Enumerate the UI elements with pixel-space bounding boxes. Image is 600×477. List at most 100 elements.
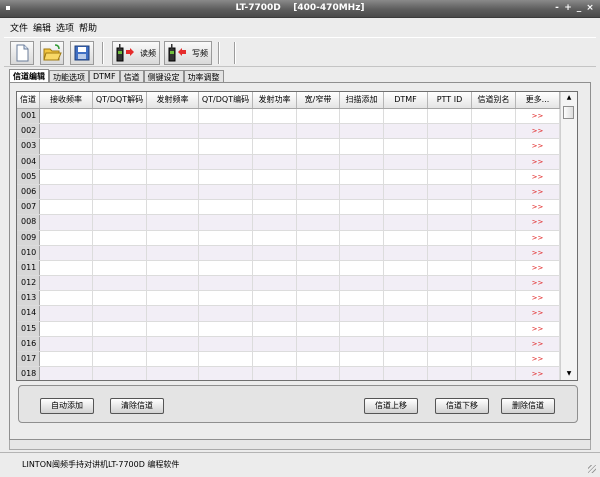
table-row[interactable]: 008 >> — [17, 215, 560, 231]
cell-qt-dqt-encode[interactable] — [199, 200, 253, 215]
channel-number-cell[interactable]: 002 — [17, 124, 40, 139]
more-settings-link[interactable]: >> — [516, 109, 560, 124]
column-header-qt-dqt-encode[interactable]: QT/DQT编码 — [199, 92, 253, 108]
cell-channel-alias[interactable] — [472, 154, 516, 169]
column-header-channel-alias[interactable]: 信道别名 — [472, 92, 516, 108]
cell-tx-frequency[interactable] — [147, 200, 199, 215]
cell-rx-frequency[interactable] — [40, 139, 93, 154]
channel-number-cell[interactable]: 014 — [17, 306, 40, 321]
table-row[interactable]: 015 >> — [17, 321, 560, 337]
more-settings-link[interactable]: >> — [516, 291, 560, 306]
cell-tx-frequency[interactable] — [147, 169, 199, 184]
cell-dtmf[interactable] — [384, 139, 428, 154]
column-header-rx-frequency[interactable]: 接收频率 — [40, 92, 93, 108]
cell-tx-power[interactable] — [253, 260, 297, 276]
cell-qt-dqt-decode[interactable] — [93, 184, 147, 200]
cell-bandwidth[interactable] — [297, 245, 340, 260]
menu-file[interactable]: 文件 — [8, 19, 31, 35]
cell-tx-power[interactable] — [253, 276, 297, 291]
table-row[interactable]: 003 >> — [17, 139, 560, 155]
tab-channel[interactable]: 信道 — [119, 70, 144, 82]
cell-qt-dqt-encode[interactable] — [199, 154, 253, 169]
cell-scan-add[interactable] — [340, 291, 384, 306]
resize-grip-icon[interactable] — [588, 465, 596, 473]
channel-number-cell[interactable]: 011 — [17, 260, 40, 276]
table-row[interactable]: 007 >> — [17, 200, 560, 216]
close-button[interactable]: × — [586, 3, 594, 13]
channel-number-cell[interactable]: 013 — [17, 291, 40, 306]
table-row[interactable]: 002 >> — [17, 124, 560, 140]
cell-tx-frequency[interactable] — [147, 245, 199, 260]
cell-tx-power[interactable] — [253, 154, 297, 169]
table-row[interactable]: 001 >> — [17, 109, 560, 125]
more-settings-link[interactable]: >> — [516, 154, 560, 169]
cell-scan-add[interactable] — [340, 169, 384, 184]
column-header-tx-power[interactable]: 发射功率 — [253, 92, 297, 108]
cell-scan-add[interactable] — [340, 124, 384, 139]
cell-dtmf[interactable] — [384, 276, 428, 291]
column-header-ptt-id[interactable]: PTT ID — [428, 92, 472, 108]
cell-dtmf[interactable] — [384, 367, 428, 380]
cell-tx-frequency[interactable] — [147, 230, 199, 245]
channel-number-cell[interactable]: 003 — [17, 139, 40, 154]
restore-button[interactable]: + — [564, 3, 572, 13]
cell-bandwidth[interactable] — [297, 291, 340, 306]
cell-bandwidth[interactable] — [297, 321, 340, 336]
cell-qt-dqt-encode[interactable] — [199, 184, 253, 200]
cell-dtmf[interactable] — [384, 109, 428, 124]
cell-qt-dqt-encode[interactable] — [199, 139, 253, 154]
cell-qt-dqt-encode[interactable] — [199, 276, 253, 291]
cell-bandwidth[interactable] — [297, 215, 340, 230]
cell-qt-dqt-encode[interactable] — [199, 352, 253, 367]
cell-qt-dqt-encode[interactable] — [199, 169, 253, 184]
menu-edit[interactable]: 编辑 — [31, 19, 54, 35]
more-settings-link[interactable]: >> — [516, 276, 560, 291]
tab-power-adjust[interactable]: 功率调整 — [183, 70, 224, 82]
tab-side-key[interactable]: 侧键设定 — [143, 70, 184, 82]
cell-tx-power[interactable] — [253, 352, 297, 367]
cell-tx-frequency[interactable] — [147, 291, 199, 306]
cell-bandwidth[interactable] — [297, 260, 340, 276]
cell-channel-alias[interactable] — [472, 291, 516, 306]
cell-channel-alias[interactable] — [472, 200, 516, 215]
cell-rx-frequency[interactable] — [40, 336, 93, 351]
table-row[interactable]: 009 >> — [17, 230, 560, 246]
cell-bandwidth[interactable] — [297, 367, 340, 380]
cell-qt-dqt-decode[interactable] — [93, 109, 147, 124]
cell-ptt-id[interactable] — [428, 306, 472, 321]
cell-tx-frequency[interactable] — [147, 276, 199, 291]
cell-qt-dqt-decode[interactable] — [93, 169, 147, 184]
cell-qt-dqt-decode[interactable] — [93, 200, 147, 215]
cell-qt-dqt-decode[interactable] — [93, 367, 147, 380]
cell-tx-frequency[interactable] — [147, 352, 199, 367]
table-row[interactable]: 017 >> — [17, 352, 560, 368]
table-row[interactable]: 013 >> — [17, 291, 560, 307]
cell-ptt-id[interactable] — [428, 154, 472, 169]
cell-qt-dqt-encode[interactable] — [199, 109, 253, 124]
menu-help[interactable]: 帮助 — [77, 19, 100, 35]
cell-bandwidth[interactable] — [297, 200, 340, 215]
channel-number-cell[interactable]: 001 — [17, 109, 40, 124]
tab-channel-edit[interactable]: 信道编辑 — [9, 69, 49, 82]
cell-qt-dqt-decode[interactable] — [93, 352, 147, 367]
cell-scan-add[interactable] — [340, 184, 384, 200]
cell-bandwidth[interactable] — [297, 230, 340, 245]
cell-qt-dqt-encode[interactable] — [199, 336, 253, 351]
more-settings-link[interactable]: >> — [516, 184, 560, 200]
tab-dtmf[interactable]: DTMF — [89, 70, 120, 82]
more-settings-link[interactable]: >> — [516, 200, 560, 215]
cell-rx-frequency[interactable] — [40, 200, 93, 215]
cell-qt-dqt-decode[interactable] — [93, 154, 147, 169]
cell-scan-add[interactable] — [340, 352, 384, 367]
channel-number-cell[interactable]: 015 — [17, 321, 40, 336]
cell-rx-frequency[interactable] — [40, 124, 93, 139]
cell-tx-frequency[interactable] — [147, 109, 199, 124]
cell-ptt-id[interactable] — [428, 276, 472, 291]
cell-ptt-id[interactable] — [428, 260, 472, 276]
cell-qt-dqt-decode[interactable] — [93, 139, 147, 154]
scroll-thumb[interactable] — [563, 106, 574, 119]
cell-ptt-id[interactable] — [428, 321, 472, 336]
channel-number-cell[interactable]: 017 — [17, 352, 40, 367]
cell-channel-alias[interactable] — [472, 276, 516, 291]
cell-qt-dqt-encode[interactable] — [199, 306, 253, 321]
